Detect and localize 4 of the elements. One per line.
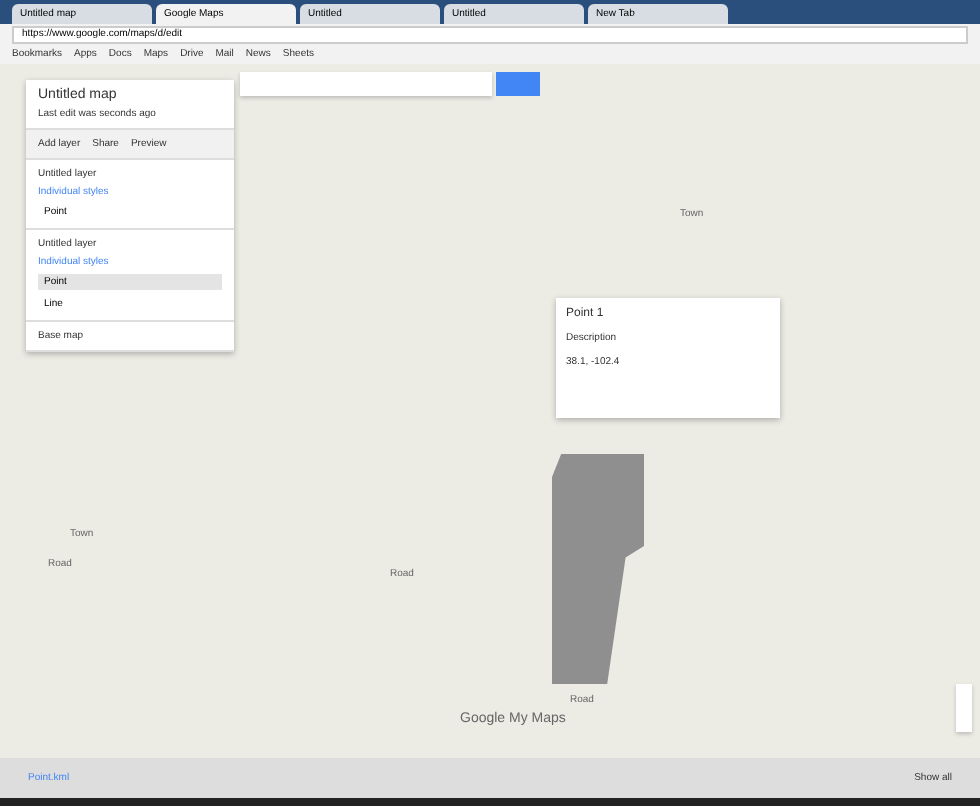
search-field[interactable] — [240, 72, 492, 96]
map-view[interactable] — [0, 64, 980, 758]
search-button[interactable] — [496, 72, 540, 96]
zoom-control[interactable] — [956, 684, 972, 732]
